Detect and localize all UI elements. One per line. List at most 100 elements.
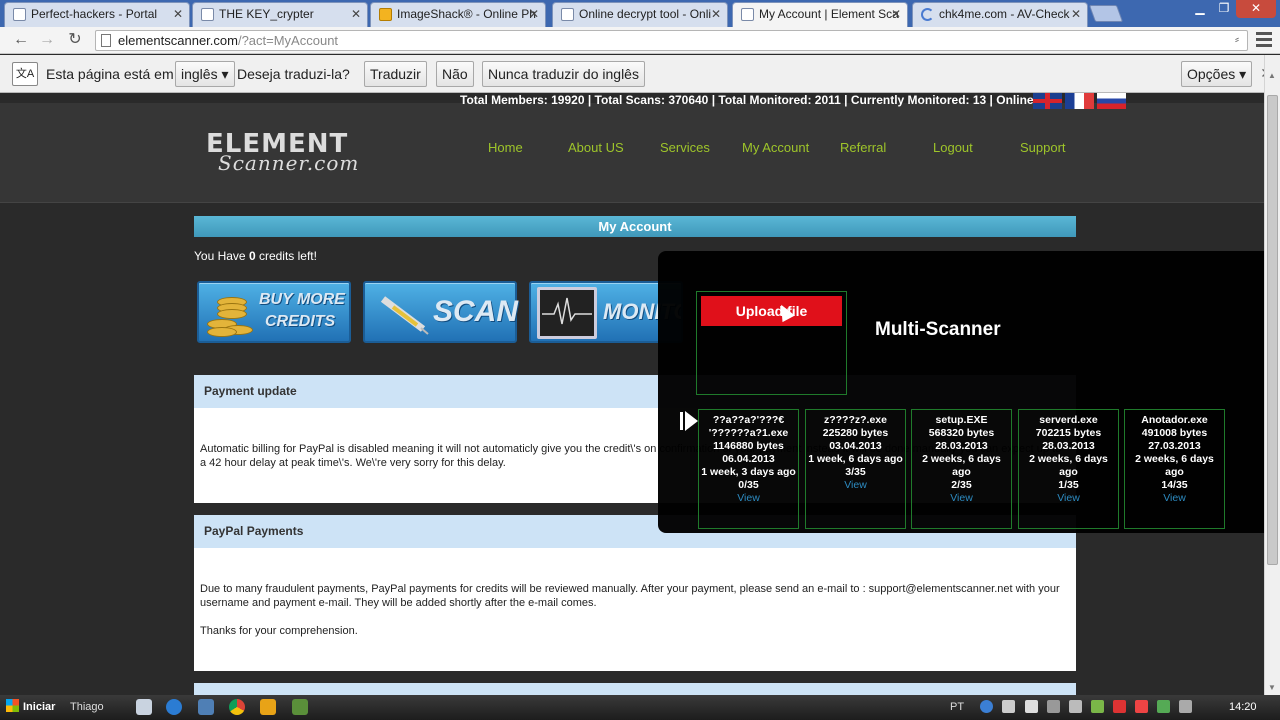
- detection-ratio: 1/35: [1058, 479, 1079, 491]
- file-size: 702215 bytes: [1035, 427, 1102, 439]
- network-icon[interactable]: [198, 699, 214, 715]
- tab-close-icon[interactable]: ✕: [173, 3, 183, 25]
- view-link[interactable]: View: [912, 492, 1011, 505]
- tray-globe-icon[interactable]: [980, 700, 993, 713]
- panel-body: Due to many fraudulent payments, PayPal …: [200, 583, 1060, 609]
- france-flag-icon[interactable]: [1065, 93, 1094, 109]
- translate-question: Deseja traduzi-la?: [237, 66, 350, 82]
- file-date: 28.03.2013: [1042, 440, 1095, 452]
- imageshack-favicon-icon: [379, 8, 392, 21]
- page-scrollbar[interactable]: ▲ ▼: [1264, 55, 1280, 695]
- russia-flag-icon[interactable]: [1097, 93, 1126, 109]
- browser-menu-icon[interactable]: [1256, 32, 1272, 48]
- file-age: 2 weeks, 6 days ago: [922, 453, 1001, 478]
- clock[interactable]: 14:20: [1229, 701, 1257, 713]
- buy-credits-button[interactable]: BUY MORE CREDITS: [197, 281, 351, 343]
- app-icon[interactable]: [292, 699, 308, 715]
- browser-tab[interactable]: ImageShack® - Online Ph ✕: [370, 2, 546, 27]
- windows-logo-icon: [6, 699, 19, 712]
- nav-referral[interactable]: Referral: [840, 140, 886, 155]
- extension-icon[interactable]: ⸗: [1235, 32, 1239, 46]
- buy-line-2: CREDITS: [265, 313, 336, 330]
- start-button[interactable]: Iniciar: [6, 699, 55, 713]
- file-size: 568320 bytes: [928, 427, 995, 439]
- credits-prefix: You Have: [194, 249, 249, 263]
- browser-tab-active[interactable]: My Account | Element Sca ✕: [732, 2, 908, 27]
- view-link[interactable]: View: [1125, 492, 1224, 505]
- translate-button[interactable]: Traduzir: [364, 61, 427, 87]
- nav-services[interactable]: Services: [660, 140, 710, 155]
- view-link[interactable]: View: [1019, 492, 1118, 505]
- play-icon[interactable]: [680, 411, 698, 431]
- page-favicon-icon: [741, 8, 754, 21]
- upload-file-button[interactable]: Upload file: [701, 296, 842, 326]
- file-age: 1 week, 3 days ago: [701, 466, 796, 478]
- tray-nvidia-icon[interactable]: [1091, 700, 1104, 713]
- minimize-icon[interactable]: ▁: [1188, 0, 1212, 18]
- translate-bar: 文A Esta página está em inglês ▾ Deseja t…: [0, 55, 1280, 93]
- tab-close-icon[interactable]: ✕: [711, 3, 721, 25]
- view-link[interactable]: View: [806, 479, 905, 492]
- browser-tab[interactable]: THE KEY_crypter ✕: [192, 2, 368, 27]
- language-indicator[interactable]: PT: [950, 701, 964, 713]
- no-button[interactable]: Não: [436, 61, 474, 87]
- back-arrow-icon[interactable]: ←: [10, 30, 32, 50]
- address-bar[interactable]: elementscanner.com/?act=MyAccount ⸗: [95, 30, 1248, 51]
- internet-explorer-icon[interactable]: [166, 699, 182, 715]
- nav-my-account[interactable]: My Account: [742, 140, 809, 155]
- site-logo[interactable]: ELEMENT Scanner.com: [206, 129, 359, 175]
- detection-ratio: 0/35: [738, 479, 759, 491]
- tray-security-icon[interactable]: [1113, 700, 1126, 713]
- restore-icon[interactable]: ❐: [1212, 0, 1236, 18]
- file-age: 2 weeks, 6 days ago: [1029, 453, 1108, 478]
- nav-home[interactable]: Home: [488, 140, 523, 155]
- options-button[interactable]: Opções ▾: [1181, 61, 1253, 87]
- tab-title: My Account | Element Sca: [759, 7, 899, 21]
- scrollbar-thumb[interactable]: [1267, 95, 1278, 565]
- browser-tab[interactable]: chk4me.com - AV-Check ✕: [912, 2, 1088, 27]
- syringe-icon: [380, 296, 429, 335]
- browser-tab[interactable]: Online decrypt tool - Onli ✕: [552, 2, 728, 27]
- url-text[interactable]: elementscanner.com/?act=MyAccount: [118, 33, 338, 48]
- language-select[interactable]: inglês ▾: [175, 61, 235, 87]
- media-player-icon[interactable]: [260, 699, 276, 715]
- tab-close-icon[interactable]: ✕: [529, 3, 539, 25]
- forward-arrow-icon[interactable]: →: [36, 30, 58, 50]
- never-translate-button[interactable]: Nunca traduzir do inglês: [482, 61, 645, 87]
- language-flags: [1033, 93, 1126, 109]
- nav-support[interactable]: Support: [1020, 140, 1066, 155]
- uk-flag-icon[interactable]: [1033, 93, 1062, 109]
- tab-close-icon[interactable]: ✕: [891, 3, 901, 25]
- scroll-down-icon[interactable]: ▼: [1268, 683, 1276, 692]
- tray-flag-icon[interactable]: [1025, 700, 1038, 713]
- scan-result-card: z????z?.exe 225280 bytes 03.04.2013 1 we…: [805, 409, 906, 529]
- scan-result-card: setup.EXE 568320 bytes 28.03.2013 2 week…: [911, 409, 1012, 529]
- view-link[interactable]: View: [699, 492, 798, 505]
- file-name: setup.EXE: [935, 414, 988, 426]
- tray-network-icon[interactable]: [1047, 700, 1060, 713]
- tray-app-icon[interactable]: [1002, 700, 1015, 713]
- reload-icon[interactable]: ↻: [64, 30, 86, 50]
- nav-logout[interactable]: Logout: [933, 140, 973, 155]
- tab-close-icon[interactable]: ✕: [1071, 3, 1081, 25]
- page-favicon-icon: [561, 8, 574, 21]
- file-name: z????z?.exe: [823, 414, 887, 426]
- tray-app3-icon[interactable]: [1157, 700, 1170, 713]
- chrome-icon[interactable]: [229, 699, 245, 715]
- panel-body-2: Thanks for your comprehension.: [200, 625, 358, 637]
- tray-volume-icon[interactable]: [1069, 700, 1082, 713]
- browser-tab[interactable]: Perfect-hackers - Portal ✕: [4, 2, 190, 27]
- start-label: Iniciar: [23, 701, 56, 713]
- tab-close-icon[interactable]: ✕: [351, 3, 361, 25]
- scan-button[interactable]: SCAN: [363, 281, 518, 343]
- window-close-icon[interactable]: ✕: [1236, 0, 1276, 18]
- multi-scanner-overlay: Upload file Multi-Scanner ??a??a?'???€ '…: [658, 251, 1264, 533]
- explorer-icon[interactable]: [136, 699, 152, 715]
- tray-app4-icon[interactable]: [1179, 700, 1192, 713]
- nav-about-us[interactable]: About US: [568, 140, 624, 155]
- scroll-up-icon[interactable]: ▲: [1268, 71, 1276, 80]
- file-size: 491008 bytes: [1141, 427, 1208, 439]
- new-tab-button[interactable]: [1088, 5, 1124, 22]
- tray-app2-icon[interactable]: [1135, 700, 1148, 713]
- file-size: 1146880 bytes: [713, 440, 784, 452]
